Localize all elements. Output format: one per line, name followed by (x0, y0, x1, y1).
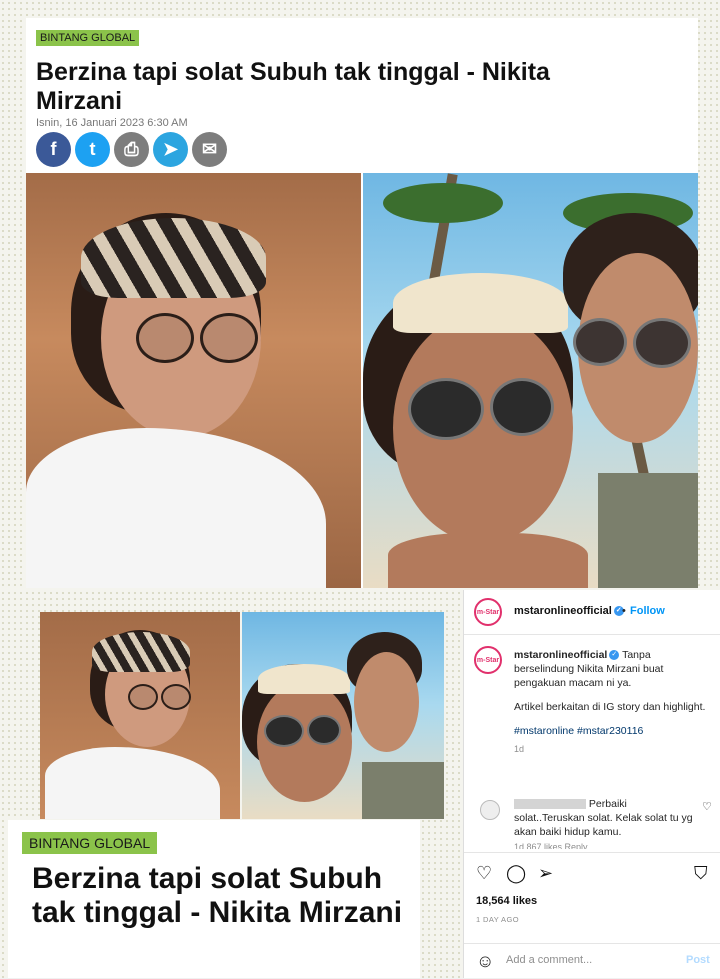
likes-count[interactable]: 18,564 likes (476, 895, 537, 907)
caption-hashtags[interactable]: #mstaronline #mstar230116 (514, 724, 709, 738)
headband-shape (81, 218, 266, 298)
top-article: BINTANG GLOBAL Berzina tapi solat Subuh … (26, 18, 698, 588)
separator-dot: • (622, 605, 626, 617)
category-badge-bottom[interactable]: BINTANG GLOBAL (22, 832, 158, 854)
headscarf-shape (393, 273, 568, 333)
print-icon[interactable]: ⎙ (114, 132, 149, 167)
twitter-icon[interactable]: t (75, 132, 110, 167)
caption-age: 1d (514, 744, 525, 754)
post-header: m-Star mstaronlineofficial ✓ • Follow (464, 590, 720, 635)
telegram-icon[interactable]: ➤ (153, 132, 188, 167)
article-photo-collage[interactable] (26, 173, 698, 588)
caption-line2: Artikel berkaitan di IG story dan highli… (514, 701, 706, 713)
caption-verified-icon: ✓ (609, 650, 620, 661)
like-heart-icon[interactable]: ♡ (476, 863, 492, 884)
add-comment-row: ☺ Add a comment... Post (464, 943, 720, 979)
avatar[interactable]: m-Star (474, 598, 502, 626)
article-title: Berzina tapi solat Subuh tak tinggal - N… (36, 58, 550, 115)
email-icon[interactable]: ✉ (192, 132, 227, 167)
comment-like-heart-icon[interactable]: ♡ (702, 800, 712, 813)
follow-button[interactable]: Follow (630, 605, 665, 617)
article-date: Isnin, 16 Januari 2023 6:30 AM (36, 117, 188, 129)
caption: mstaronlineofficial ✓ Tanpa berselindung … (514, 648, 709, 756)
comment-meta: 1d 867 likes Reply (514, 842, 588, 849)
caption-username[interactable]: mstaronlineofficial (514, 649, 607, 661)
comment: Perbaiki solat..Teruskan solat. Kelak so… (514, 797, 699, 839)
share-send-icon[interactable]: ➢ (538, 863, 553, 884)
save-bookmark-icon[interactable]: ⛉ (694, 863, 708, 884)
redacted-username (514, 799, 586, 810)
beach-selfie-photo (363, 173, 698, 588)
post-comment-button[interactable]: Post (686, 954, 710, 966)
man-sunglasses-shape (573, 318, 691, 368)
comment-bubble-icon[interactable]: ◯ (506, 863, 526, 884)
post-timestamp: 1 DAY AGO (476, 915, 519, 924)
portrait-photo (26, 173, 361, 588)
article-title-bottom: Berzina tapi solat Subuh tak tinggal - N… (32, 862, 403, 929)
bottom-photo-collage[interactable] (40, 612, 444, 819)
share-buttons: f t ⎙ ➤ ✉ (36, 132, 227, 167)
post-actions: ♡ ◯ ➢ ⛉ (476, 863, 711, 887)
instagram-post-panel: m-Star mstaronlineofficial ✓ • Follow m-S… (463, 590, 720, 978)
eyeglasses-shape (136, 313, 258, 363)
caption-avatar[interactable]: m-Star (474, 646, 502, 674)
beach-selfie-photo-small (242, 612, 444, 819)
add-comment-input[interactable]: Add a comment... (506, 954, 592, 966)
username[interactable]: mstaronlineofficial (514, 605, 612, 617)
category-badge[interactable]: BINTANG GLOBAL (36, 30, 140, 46)
emoji-smiley-icon[interactable]: ☺ (476, 951, 494, 972)
comment-avatar[interactable] (480, 800, 500, 820)
sunglasses-shape (408, 378, 554, 440)
white-shirt-shape (26, 428, 326, 588)
facebook-icon[interactable]: f (36, 132, 71, 167)
portrait-photo-small (40, 612, 240, 819)
